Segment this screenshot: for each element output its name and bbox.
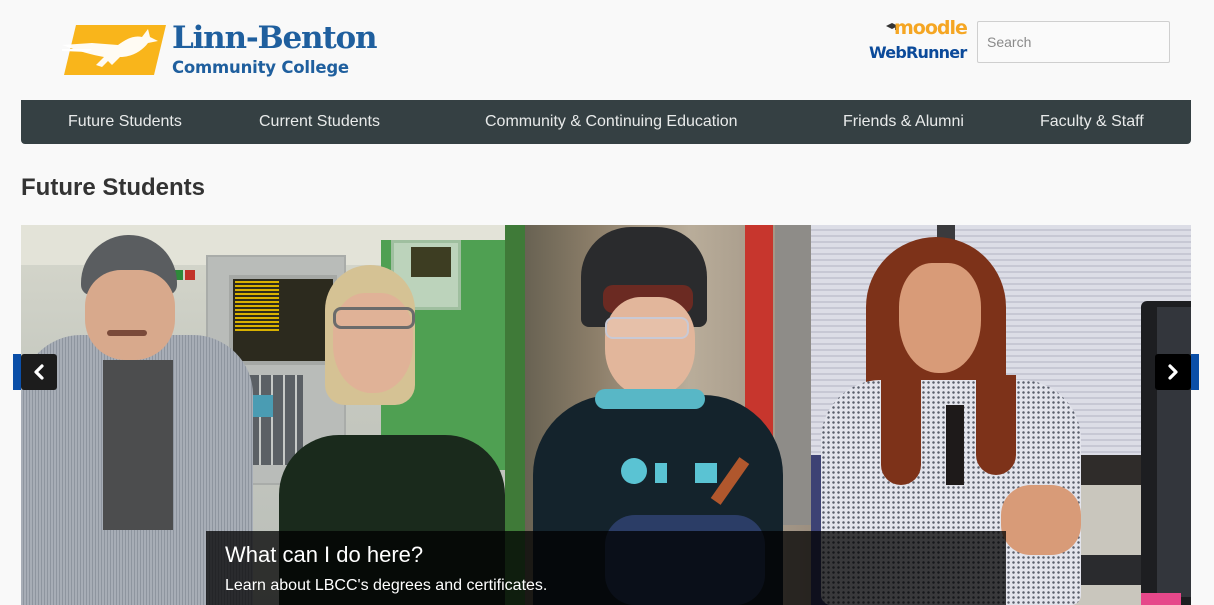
next-box (1155, 354, 1191, 390)
moodle-label: moodle (894, 17, 968, 39)
logo-name: Linn-Benton (172, 20, 378, 56)
hero-carousel: What can I do here? Learn about LBCC's d… (21, 225, 1191, 605)
nav-item-community-continuing-education[interactable]: Community & Continuing Education (485, 100, 738, 144)
carousel-next-button[interactable] (1155, 354, 1199, 390)
carousel-prev-button[interactable] (13, 354, 57, 390)
chevron-left-icon (34, 364, 44, 380)
webrunner-link[interactable]: WebRunner (869, 43, 967, 62)
nav-item-friends-alumni[interactable]: Friends & Alumni (843, 100, 964, 144)
prev-box (21, 354, 57, 390)
main-nav: Future Students Current Students Communi… (21, 100, 1191, 144)
caption-text: Learn about LBCC's degrees and certifica… (225, 577, 548, 594)
logo-subtitle: Community College (172, 58, 349, 77)
nav-item-current-students[interactable]: Current Students (259, 100, 380, 144)
nav-item-faculty-staff[interactable]: Faculty & Staff (1040, 100, 1144, 144)
prev-accent-bar (13, 354, 21, 390)
page-title: Future Students (21, 174, 205, 201)
next-accent-bar (1191, 354, 1199, 390)
college-logo-link[interactable]: Linn-Benton Community College (62, 20, 392, 80)
search-input[interactable] (977, 21, 1170, 63)
roadrunner-logo-icon (62, 25, 166, 75)
site-header: Linn-Benton Community College moodle Web… (0, 0, 1214, 100)
chevron-right-icon (1168, 364, 1178, 380)
caption-title: What can I do here? (225, 542, 424, 567)
carousel-caption: What can I do here? Learn about LBCC's d… (206, 531, 1006, 605)
nav-item-future-students[interactable]: Future Students (68, 100, 182, 144)
